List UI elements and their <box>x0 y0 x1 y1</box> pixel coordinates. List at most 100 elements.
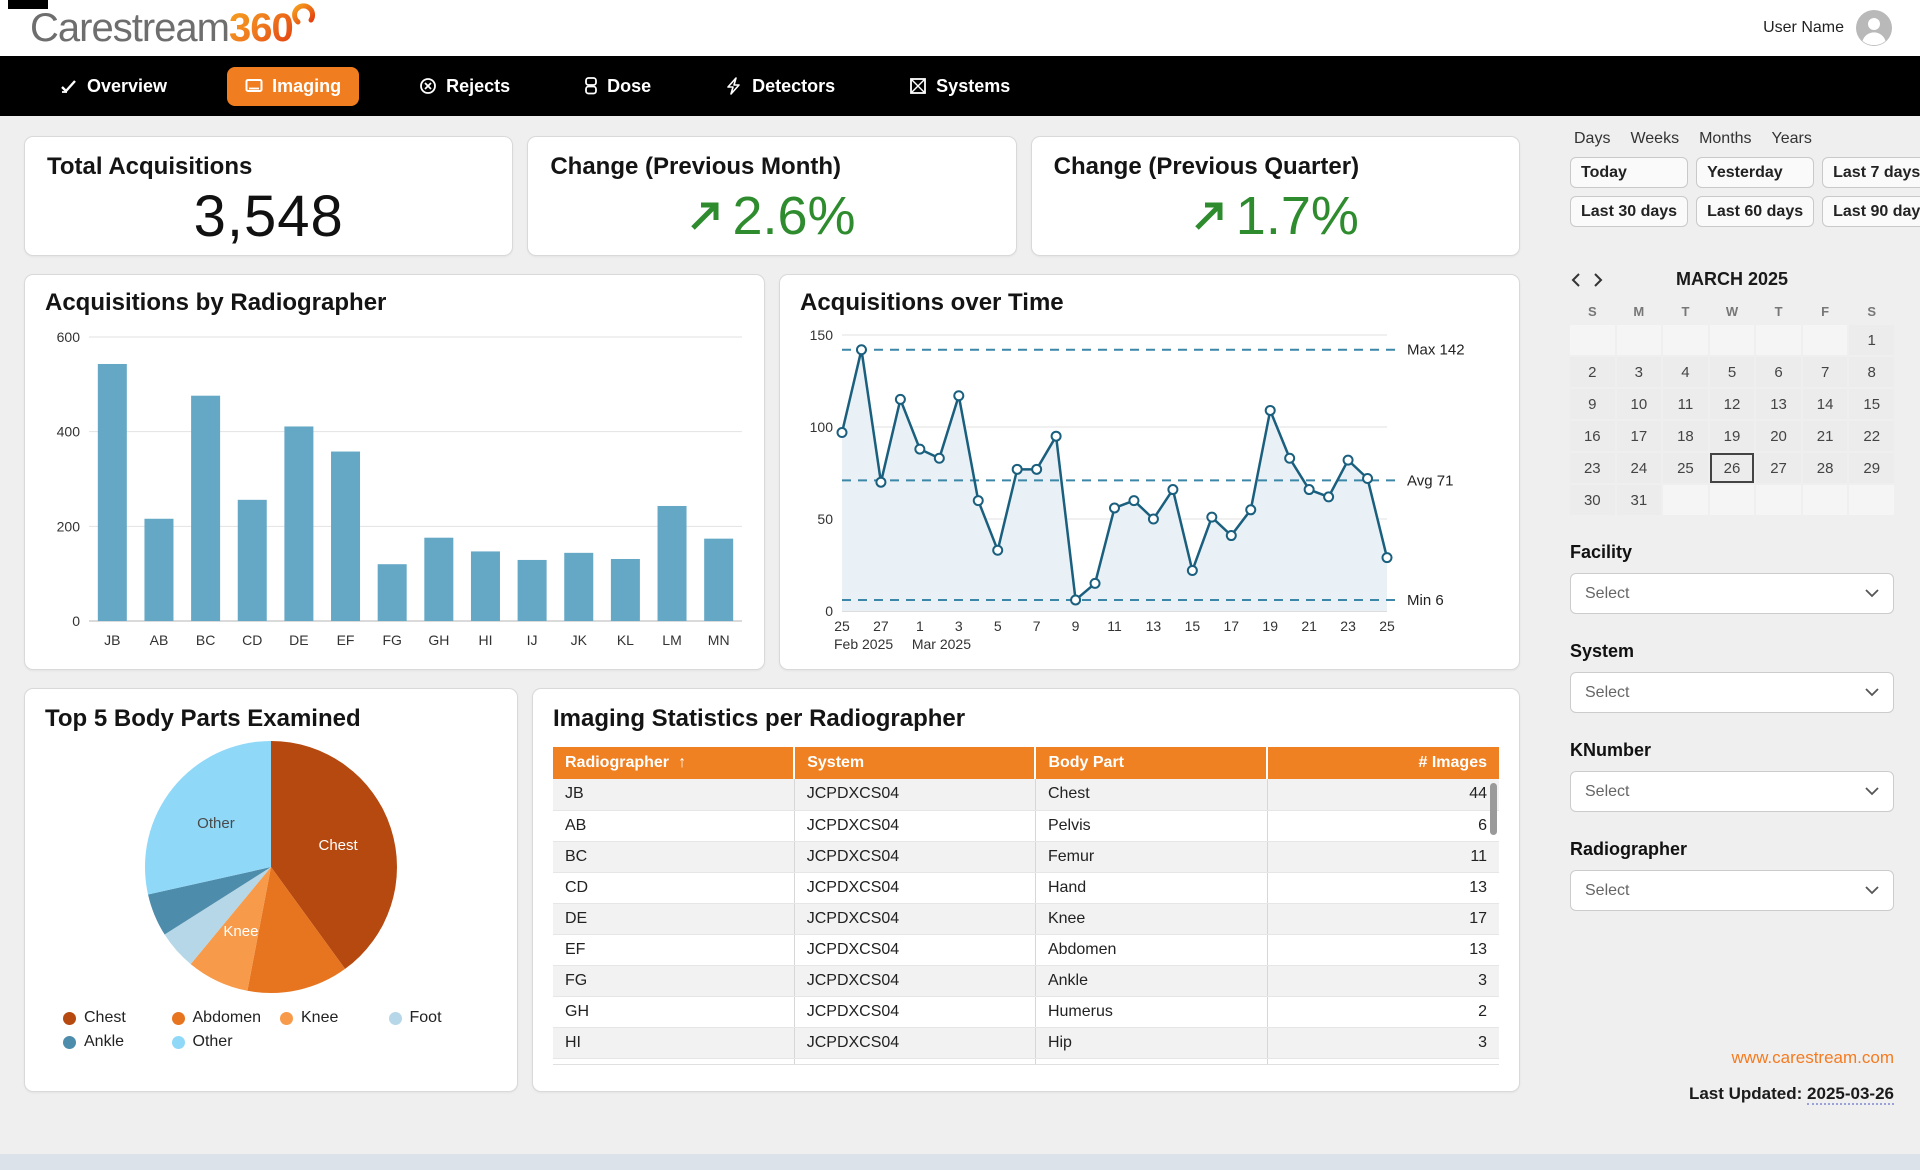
legend-label: Foot <box>410 1009 442 1027</box>
calendar-day-30[interactable]: 30 <box>1570 485 1615 515</box>
calendar-day-11[interactable]: 11 <box>1663 389 1708 419</box>
calendar-dow-label: T <box>1756 300 1801 323</box>
filter-select-facility[interactable]: Select <box>1570 573 1894 614</box>
carestream-link[interactable]: www.carestream.com <box>1732 1048 1894 1068</box>
monitor-icon <box>245 77 263 95</box>
svg-text:27: 27 <box>873 618 889 634</box>
calendar-day-29[interactable]: 29 <box>1849 453 1894 483</box>
svg-text:13: 13 <box>1146 618 1162 634</box>
grid-box-icon <box>909 77 927 95</box>
svg-text:7: 7 <box>1033 618 1041 634</box>
bar-chart-title: Acquisitions by Radiographer <box>45 289 748 317</box>
nav-item-overview[interactable]: Overview <box>46 67 181 106</box>
calendar-day-14[interactable]: 14 <box>1803 389 1848 419</box>
table-cell: 3 <box>1267 965 1499 996</box>
calendar-day-23[interactable]: 23 <box>1570 453 1615 483</box>
svg-text:100: 100 <box>810 419 834 435</box>
calendar-day-1[interactable]: 1 <box>1849 325 1894 355</box>
range-button-yesterday[interactable]: Yesterday <box>1696 157 1814 188</box>
trend-up-arrow-icon <box>688 199 722 233</box>
calendar-day-3[interactable]: 3 <box>1617 357 1662 387</box>
calendar-day-9[interactable]: 9 <box>1570 389 1615 419</box>
svg-text:15: 15 <box>1185 618 1201 634</box>
calendar-day-13[interactable]: 13 <box>1756 389 1801 419</box>
logo-text-360: 360 <box>229 8 293 48</box>
svg-text:CD: CD <box>242 632 262 648</box>
calendar-day-31[interactable]: 31 <box>1617 485 1662 515</box>
line-chart-title: Acquisitions over Time <box>800 289 1503 317</box>
table-cell: GH <box>553 996 794 1027</box>
table-cell: JCPDXCS04 <box>794 779 1035 810</box>
calendar-day-6[interactable]: 6 <box>1756 357 1801 387</box>
calendar-day-24[interactable]: 24 <box>1617 453 1662 483</box>
svg-text:Max 142: Max 142 <box>1407 342 1465 359</box>
calendar-day-7[interactable]: 7 <box>1803 357 1848 387</box>
nav-item-rejects[interactable]: Rejects <box>405 67 524 106</box>
calendar-empty-cell <box>1663 325 1708 355</box>
calendar-day-15[interactable]: 15 <box>1849 389 1894 419</box>
range-tab-months[interactable]: Months <box>1699 130 1751 148</box>
charts-row: Acquisitions by Radiographer 0200400600J… <box>24 274 1520 670</box>
table-cell: AW <box>553 1058 794 1065</box>
range-button-last-60-days[interactable]: Last 60 days <box>1696 196 1814 227</box>
calendar-day-10[interactable]: 10 <box>1617 389 1662 419</box>
range-tab-days[interactable]: Days <box>1574 130 1610 148</box>
table-header-body-part[interactable]: Body Part <box>1035 747 1267 779</box>
filter-select-system[interactable]: Select <box>1570 672 1894 713</box>
table-cell: CD <box>553 872 794 903</box>
range-button-today[interactable]: Today <box>1570 157 1688 188</box>
calendar-empty-cell <box>1663 485 1708 515</box>
nav-item-imaging[interactable]: Imaging <box>227 67 359 106</box>
range-tab-years[interactable]: Years <box>1772 130 1812 148</box>
range-button-last-30-days[interactable]: Last 30 days <box>1570 196 1688 227</box>
sort-ascending-icon: ↑ <box>678 754 686 772</box>
kpi-title: Change (Previous Quarter) <box>1054 153 1497 181</box>
svg-text:21: 21 <box>1301 618 1317 634</box>
table-header-system[interactable]: System <box>794 747 1035 779</box>
calendar-day-8[interactable]: 8 <box>1849 357 1894 387</box>
calendar-day-16[interactable]: 16 <box>1570 421 1615 451</box>
calendar-day-19[interactable]: 19 <box>1710 421 1755 451</box>
calendar-next-icon[interactable] <box>1592 272 1604 288</box>
calendar-day-17[interactable]: 17 <box>1617 421 1662 451</box>
last-updated: Last Updated: 2025-03-26 <box>1689 1084 1894 1105</box>
nav-item-detectors[interactable]: Detectors <box>711 67 849 106</box>
calendar-day-26[interactable]: 26 <box>1710 453 1755 483</box>
calendar-day-20[interactable]: 20 <box>1756 421 1801 451</box>
filter-select-knumber[interactable]: Select <box>1570 771 1894 812</box>
calendar-empty-cell <box>1617 325 1662 355</box>
nav-item-systems[interactable]: Systems <box>895 67 1024 106</box>
calendar-day-21[interactable]: 21 <box>1803 421 1848 451</box>
pie-chart-card: Top 5 Body Parts Examined ChestKneeOther… <box>24 688 518 1092</box>
calendar-day-28[interactable]: 28 <box>1803 453 1848 483</box>
calendar-day-2[interactable]: 2 <box>1570 357 1615 387</box>
calendar-month-title: MARCH 2025 <box>1604 269 1860 290</box>
table-cell: EF <box>553 934 794 965</box>
table-row: AWJCPDXCS04Wrist2 <box>553 1058 1499 1065</box>
calendar-prev-icon[interactable] <box>1570 272 1582 288</box>
svg-text:EF: EF <box>337 632 355 648</box>
range-button-last-7-days[interactable]: Last 7 days <box>1822 157 1920 188</box>
calendar-day-25[interactable]: 25 <box>1663 453 1708 483</box>
user-avatar-icon[interactable] <box>1856 10 1892 46</box>
svg-text:1: 1 <box>916 618 924 634</box>
table-header--images[interactable]: # Images <box>1267 747 1499 779</box>
calendar-day-27[interactable]: 27 <box>1756 453 1801 483</box>
table-cell: DE <box>553 903 794 934</box>
calendar-day-5[interactable]: 5 <box>1710 357 1755 387</box>
select-value: Select <box>1585 882 1629 900</box>
table-scrollbar[interactable] <box>1490 783 1497 835</box>
calendar-day-22[interactable]: 22 <box>1849 421 1894 451</box>
line-chart: 050100150Max 142Avg 71Min 62527135791113… <box>800 323 1505 659</box>
svg-text:LM: LM <box>662 632 681 648</box>
calendar-day-18[interactable]: 18 <box>1663 421 1708 451</box>
table-header-radiographer[interactable]: Radiographer↑ <box>553 747 794 779</box>
table-title: Imaging Statistics per Radiographer <box>553 705 1499 733</box>
range-tab-weeks[interactable]: Weeks <box>1630 130 1679 148</box>
filter-select-radiographer[interactable]: Select <box>1570 870 1894 911</box>
calendar-day-4[interactable]: 4 <box>1663 357 1708 387</box>
range-button-last-90-days[interactable]: Last 90 days <box>1822 196 1920 227</box>
calendar-day-12[interactable]: 12 <box>1710 389 1755 419</box>
nav-item-dose[interactable]: Dose <box>570 67 665 106</box>
legend-dot <box>63 1012 76 1025</box>
